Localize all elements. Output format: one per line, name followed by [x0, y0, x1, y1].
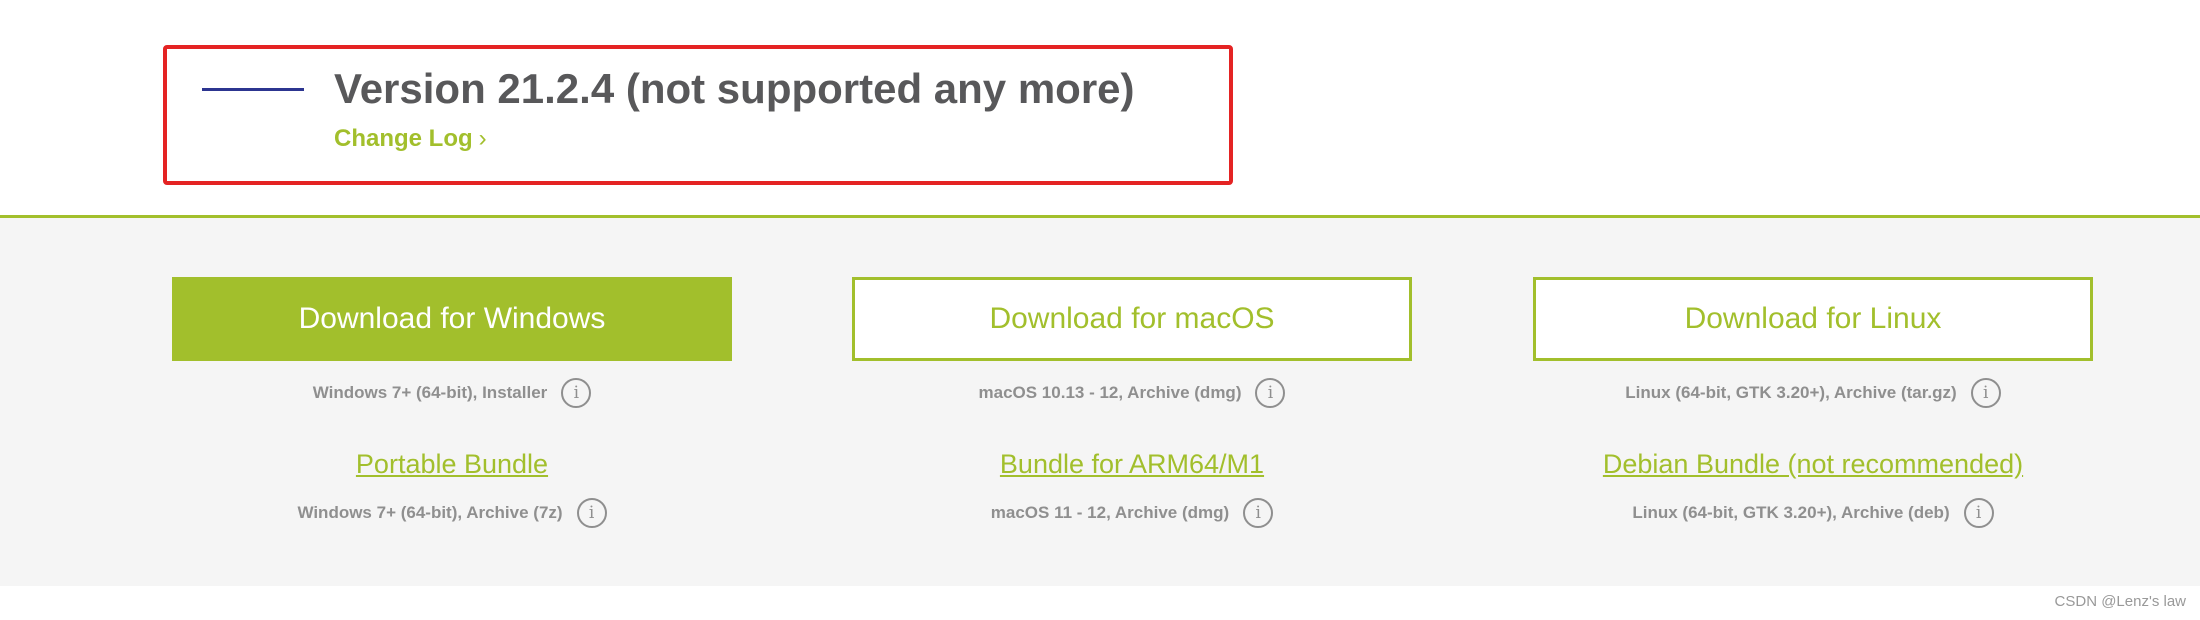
debian-bundle-link[interactable]: Debian Bundle (not recommended) [1533, 449, 2093, 480]
download-linux-button[interactable]: Download for Linux [1533, 277, 2093, 361]
portable-bundle-link[interactable]: Portable Bundle [172, 449, 732, 480]
version-header: Version 21.2.4 (not supported any more) … [0, 0, 2200, 215]
chevron-right-icon: › [478, 125, 487, 152]
info-icon[interactable]: i [1255, 378, 1286, 408]
download-windows-button[interactable]: Download for Windows [172, 277, 732, 361]
windows-bundle-info: Windows 7+ (64-bit), Archive (7z) i [172, 497, 732, 529]
bundle-info-text: Linux (64-bit, GTK 3.20+), Archive (deb) [1632, 503, 1950, 522]
watermark-text: CSDN @Lenz's law [2054, 593, 2186, 610]
download-column-linux: Download for Linux Linux (64-bit, GTK 3.… [1533, 277, 2093, 537]
changelog-label: Change Log [334, 125, 473, 152]
installer-info-text: Linux (64-bit, GTK 3.20+), Archive (tar.… [1625, 383, 1957, 402]
macos-bundle-info: macOS 11 - 12, Archive (dmg) i [852, 497, 1412, 529]
arm64-bundle-link[interactable]: Bundle for ARM64/M1 [852, 449, 1412, 480]
info-icon[interactable]: i [1970, 378, 2001, 408]
download-macos-button[interactable]: Download for macOS [852, 277, 1412, 361]
linux-bundle-info: Linux (64-bit, GTK 3.20+), Archive (deb)… [1533, 497, 2093, 529]
macos-installer-info: macOS 10.13 - 12, Archive (dmg) i [852, 377, 1412, 409]
version-title: Version 21.2.4 (not supported any more) [334, 65, 1135, 112]
bundle-info-text: macOS 11 - 12, Archive (dmg) [990, 503, 1230, 522]
info-icon[interactable]: i [1963, 498, 1994, 528]
windows-installer-info: Windows 7+ (64-bit), Installer i [172, 377, 732, 409]
installer-info-text: macOS 10.13 - 12, Archive (dmg) [978, 383, 1242, 402]
info-icon[interactable]: i [1243, 498, 1274, 528]
installer-info-text: Windows 7+ (64-bit), Installer [312, 383, 548, 402]
linux-installer-info: Linux (64-bit, GTK 3.20+), Archive (tar.… [1533, 377, 2093, 409]
download-column-macos: Download for macOS macOS 10.13 - 12, Arc… [852, 277, 1412, 537]
info-icon[interactable]: i [561, 378, 592, 408]
accent-line [202, 88, 304, 91]
changelog-link[interactable]: Change Log › [334, 124, 487, 154]
download-column-windows: Download for Windows Windows 7+ (64-bit)… [172, 277, 732, 537]
bundle-info-text: Windows 7+ (64-bit), Archive (7z) [297, 503, 563, 522]
info-icon[interactable]: i [576, 498, 607, 528]
